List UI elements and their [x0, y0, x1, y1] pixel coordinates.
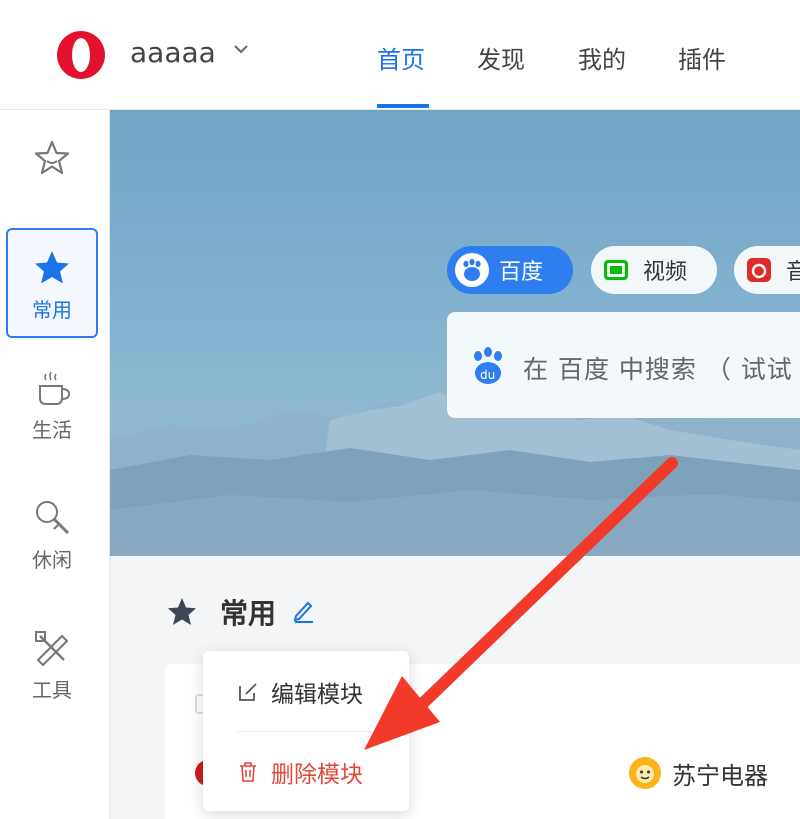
edit-module-menu-item[interactable]: 编辑模块 — [203, 653, 409, 731]
search-engine-music[interactable]: 音 — [734, 246, 800, 294]
search-engine-label: 视频 — [643, 260, 688, 285]
tab-plugins[interactable]: 插件 — [678, 40, 726, 75]
netease-music-icon — [742, 253, 776, 287]
delete-module-menu-item[interactable]: 删除模块 — [203, 733, 409, 811]
sidebar-item-tools[interactable]: 工具 — [6, 628, 98, 738]
sidebar-item-label: 常用 — [32, 298, 72, 322]
tools-icon — [35, 631, 69, 667]
section-title: 常用 — [220, 597, 277, 630]
trash-icon — [240, 762, 256, 782]
sidebar-item-life[interactable]: 生活 — [6, 368, 98, 478]
svg-text:du: du — [480, 368, 495, 382]
baidu-paw-icon: du — [474, 347, 502, 384]
search-engine-baidu[interactable]: 百度 — [447, 246, 573, 294]
search-engine-label: 百度 — [499, 260, 544, 285]
tab-mine[interactable]: 我的 — [578, 40, 626, 75]
coffee-cup-icon — [39, 371, 71, 405]
search-input[interactable]: 在 百度 中搜索 （ 试试 — [523, 350, 793, 386]
menu-divider — [237, 731, 387, 732]
sidebar-item-label: 休闲 — [32, 548, 72, 572]
sidebar-item-common[interactable]: 常用 — [6, 228, 98, 338]
hero-background: 百度 视频 音 du 在 百度 中搜索 （ 试试 — [110, 110, 800, 556]
top-bar: aaaaa 首页 发现 我的 插件 — [0, 0, 800, 110]
active-tab-indicator — [377, 104, 429, 108]
baidu-icon — [455, 253, 489, 287]
search-engine-video[interactable]: 视频 — [591, 246, 717, 294]
chevron-down-icon[interactable] — [232, 40, 250, 58]
edit-pencil-icon[interactable] — [292, 598, 316, 624]
opera-logo[interactable] — [56, 30, 106, 80]
sidebar-item-label: 工具 — [32, 678, 72, 702]
search-box[interactable]: du 在 百度 中搜索 （ 试试 — [447, 312, 800, 418]
search-engine-label: 音 — [786, 260, 800, 285]
star-outline-icon — [34, 140, 70, 175]
tab-home[interactable]: 首页 — [377, 40, 425, 75]
star-filled-icon — [168, 598, 196, 625]
suning-icon[interactable] — [628, 756, 662, 790]
tab-discover[interactable]: 发现 — [477, 40, 525, 75]
sidebar-item-leisure[interactable]: 休闲 — [6, 498, 98, 608]
menu-item-label: 删除模块 — [271, 762, 363, 788]
sidebar-item-label: 生活 — [32, 418, 72, 442]
iqiyi-icon — [599, 253, 633, 287]
module-context-menu: 编辑模块 删除模块 — [203, 651, 409, 811]
edit-icon — [239, 683, 257, 701]
site-label[interactable]: 苏宁电器 — [672, 756, 768, 791]
menu-item-label: 编辑模块 — [271, 682, 363, 708]
sidebar: 常用 生活 休闲 工具 — [0, 110, 110, 819]
username[interactable]: aaaaa — [130, 36, 216, 69]
microphone-icon — [36, 501, 70, 535]
star-filled-icon — [35, 251, 69, 284]
